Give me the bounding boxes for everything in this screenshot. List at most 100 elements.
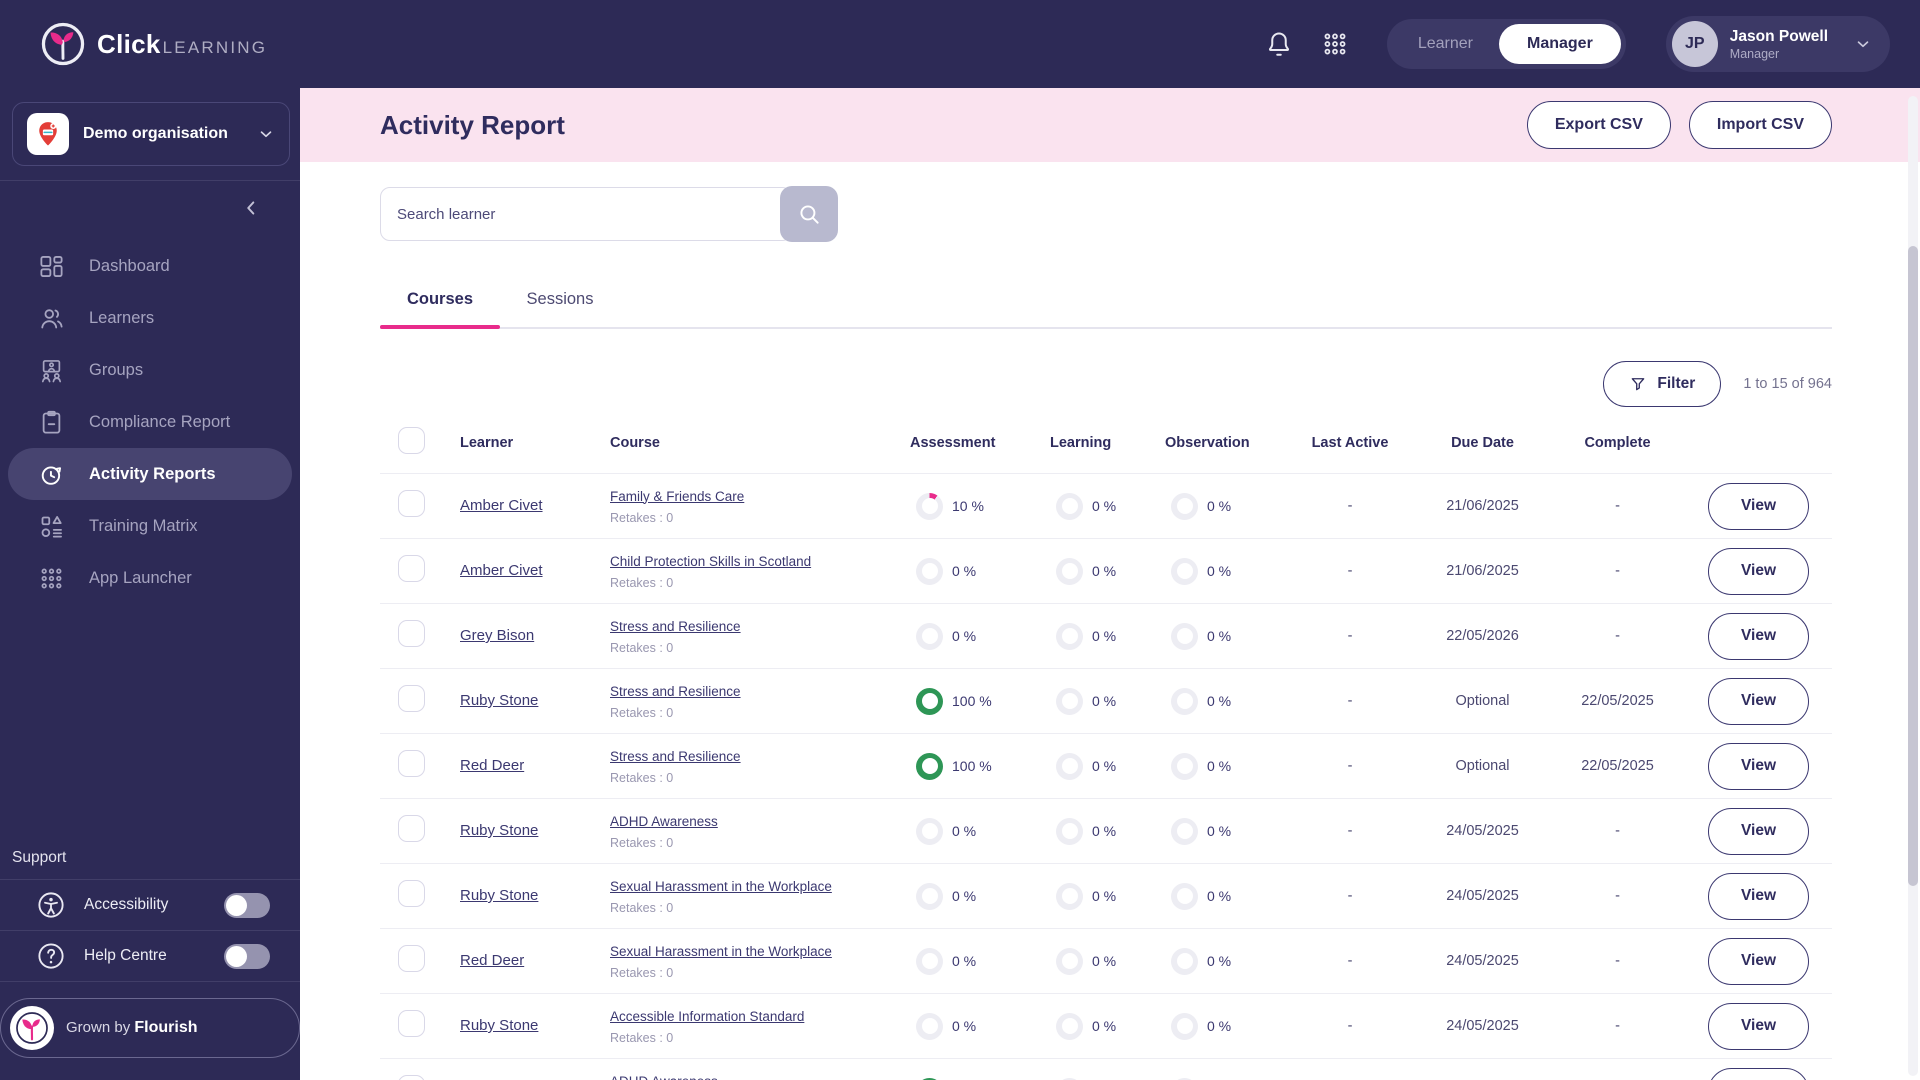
sidebar-item-training-matrix[interactable]: Training Matrix [0,500,292,552]
table-row: Ruby Stone ADHD Awareness Retakes : 0 0 % 0 … [380,799,1832,864]
view-button[interactable]: View [1708,547,1809,595]
assessment-progress-cell: 10 % [910,492,1050,520]
learner-link[interactable]: Ruby Stone [460,887,538,904]
course-link[interactable]: ADHD Awareness [610,814,718,829]
view-button[interactable]: View [1708,872,1809,920]
progress-ring-icon [916,687,943,715]
complete-value: - [1615,888,1620,904]
view-button[interactable]: View [1708,1067,1809,1080]
view-button[interactable]: View [1708,482,1809,530]
observation-progress-cell: 0 % [1165,622,1285,650]
flourish-badge-text: Grown by Flourish [66,1019,197,1037]
learning-progress-cell: 0 % [1050,752,1165,780]
role-toggle-manager[interactable]: Manager [1499,24,1621,64]
sidebar-item-label: App Launcher [89,568,192,587]
import-csv-button[interactable]: Import CSV [1688,101,1832,149]
progress-ring-icon [916,557,943,585]
role-toggle-learner[interactable]: Learner [1392,24,1499,64]
sidebar-item-groups[interactable]: Groups [0,344,292,396]
view-button[interactable]: View [1708,677,1809,725]
export-csv-button[interactable]: Export CSV [1526,101,1671,149]
course-link[interactable]: Stress and Resilience [610,749,741,764]
progress-value: 0 % [952,888,977,904]
learner-link[interactable]: Grey Bison [460,627,534,644]
learning-progress-cell: 0 % [1050,622,1165,650]
tab-sessions[interactable]: Sessions [500,276,620,327]
select-all-checkbox[interactable] [398,427,425,454]
scrollbar-thumb[interactable] [1908,246,1918,886]
row-checkbox[interactable] [398,880,425,907]
notifications-bell-icon[interactable] [1263,28,1295,60]
view-button[interactable]: View [1708,937,1809,985]
accessibility-toggle[interactable] [224,892,270,918]
table-row: Ruby Stone Sexual Harassment in the Workp… [380,864,1832,929]
complete-value: 22/05/2025 [1581,758,1654,774]
organisation-selector[interactable]: Demo organisation [12,102,290,166]
sidebar-item-compliance-report[interactable]: Compliance Report [0,396,292,448]
sidebar-item-learners[interactable]: Learners [0,292,292,344]
groups-icon [38,357,65,384]
observation-progress-cell: 0 % [1165,817,1285,845]
row-checkbox[interactable] [398,750,425,777]
learner-link[interactable]: Amber Civet [460,562,543,579]
learning-progress-cell: 0 % [1050,492,1165,520]
sidebar-item-label: Compliance Report [89,412,231,431]
course-link[interactable]: Child Protection Skills in Scotland [610,554,811,569]
apps-grid-icon[interactable] [1319,28,1351,60]
sidebar-item-label: Groups [89,360,144,379]
observation-progress-cell: 0 % [1165,492,1285,520]
course-link[interactable]: Family & Friends Care [610,489,744,504]
learning-progress-cell: 0 % [1050,882,1165,910]
row-checkbox[interactable] [398,555,425,582]
sidebar-item-dashboard[interactable]: Dashboard [0,240,292,292]
row-checkbox[interactable] [398,1010,425,1037]
course-link[interactable]: Stress and Resilience [610,684,741,699]
sidebar-item-app-launcher[interactable]: App Launcher [0,552,292,604]
row-checkbox[interactable] [398,815,425,842]
page-header-actions: Export CSV Import CSV [1526,101,1832,149]
progress-ring-icon [1171,817,1198,845]
search-button[interactable] [780,186,838,242]
progress-value: 0 % [1207,498,1232,514]
course-link[interactable]: Stress and Resilience [610,619,741,634]
observation-progress-cell: 0 % [1165,1012,1285,1040]
tab-courses[interactable]: Courses [380,276,500,327]
grown-by-flourish-badge[interactable]: Grown by Flourish [0,998,300,1058]
row-checkbox[interactable] [398,685,425,712]
row-checkbox[interactable] [398,1075,425,1080]
support-section: Support Accessibility Help Centre Grown … [0,849,300,1080]
learner-link[interactable]: Amber Civet [460,497,543,514]
learner-link[interactable]: Ruby Stone [460,692,538,709]
view-button[interactable]: View [1708,612,1809,660]
brand-logo[interactable]: Click LEARNING [40,21,267,67]
course-link[interactable]: Sexual Harassment in the Workplace [610,879,832,894]
role-toggle: Learner Manager [1386,19,1626,69]
course-link[interactable]: Accessible Information Standard [610,1009,804,1024]
view-button[interactable]: View [1708,1002,1809,1050]
view-button[interactable]: View [1708,807,1809,855]
progress-ring-icon [1056,882,1083,910]
learner-link[interactable]: Red Deer [460,952,524,969]
progress-value: 0 % [1207,888,1232,904]
course-link[interactable]: Sexual Harassment in the Workplace [610,944,832,959]
vertical-scrollbar[interactable] [1908,96,1918,1076]
row-checkbox[interactable] [398,620,425,647]
progress-value: 0 % [1092,1018,1117,1034]
learners-icon [38,305,65,332]
due-date-value: Optional [1455,693,1510,709]
filter-button[interactable]: Filter [1603,361,1722,407]
row-checkbox[interactable] [398,490,425,517]
row-checkbox[interactable] [398,945,425,972]
help-centre-toggle[interactable] [224,943,270,969]
accessibility-label: Accessibility [84,896,169,913]
collapse-sidebar-icon[interactable] [238,195,264,221]
learner-link[interactable]: Ruby Stone [460,822,538,839]
view-button[interactable]: View [1708,742,1809,790]
course-link[interactable]: ADHD Awareness [610,1074,718,1080]
sidebar-item-activity-reports[interactable]: Activity Reports [8,448,292,500]
user-menu[interactable]: JP Jason Powell Manager [1665,16,1890,72]
last-active-value: - [1347,953,1353,969]
learner-link[interactable]: Ruby Stone [460,1017,538,1034]
learner-link[interactable]: Red Deer [460,757,524,774]
search-input[interactable] [380,187,792,241]
